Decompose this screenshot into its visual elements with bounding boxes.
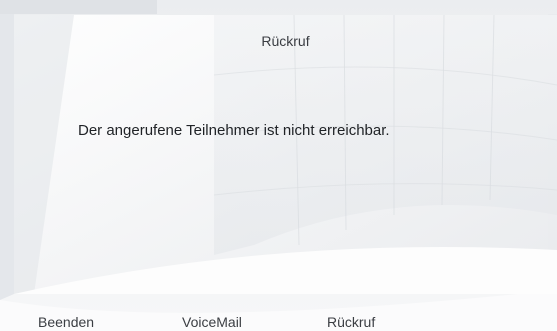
callback-softkey[interactable]: Rückruf (327, 314, 375, 330)
dialog-background-graphic (14, 15, 557, 294)
dialog-title: Rückruf (261, 33, 310, 49)
end-call-softkey[interactable]: Beenden (38, 314, 94, 330)
voicemail-softkey[interactable]: VoiceMail (182, 314, 242, 330)
softkey-bar: Beenden VoiceMail Rückruf (0, 294, 557, 331)
callback-dialog: Rückruf Der angerufene Teilnehmer ist ni… (14, 15, 557, 294)
dialog-message: Der angerufene Teilnehmer ist nicht erre… (78, 122, 390, 139)
